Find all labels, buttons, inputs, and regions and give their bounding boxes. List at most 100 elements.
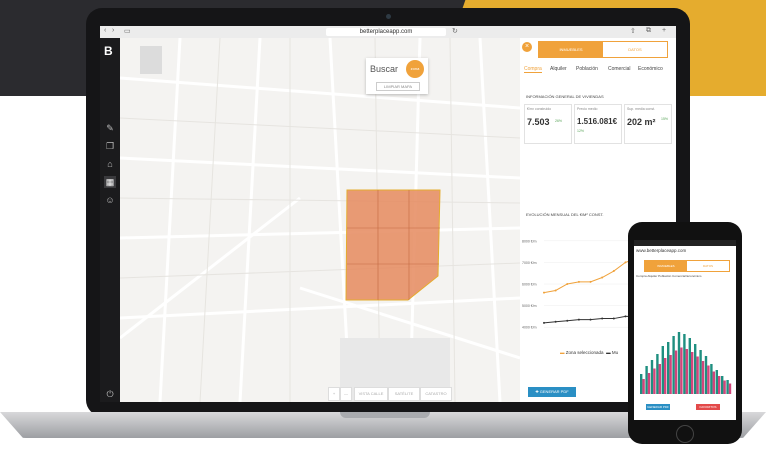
phone-tab-inmuebles[interactable]: INMUEBLES <box>645 261 687 271</box>
map-icon[interactable]: ▦ <box>104 176 116 188</box>
data-point <box>577 318 580 321</box>
new-tab-icon[interactable]: + <box>662 27 666 34</box>
stat-card: €/m² construido 7.503 26% <box>524 104 572 144</box>
phone-bar-chart <box>640 332 732 394</box>
legend-municipality: Mu <box>611 350 619 355</box>
phone-bar <box>688 338 691 394</box>
tab-compra[interactable]: Compra <box>524 66 542 73</box>
phone-bar <box>718 376 721 394</box>
address-bar[interactable]: betterplaceapp.com <box>326 28 446 36</box>
y-tick-label: 7000 €/m <box>522 261 537 265</box>
tab-alquiler[interactable]: Alquiler <box>550 66 567 72</box>
phone-bar <box>715 370 718 394</box>
phone-bar <box>726 380 729 394</box>
phone-bar <box>699 350 702 394</box>
stat-change: 26% <box>555 119 563 123</box>
phone-bar <box>712 371 715 394</box>
tab-comercial[interactable]: Comercial <box>608 66 631 72</box>
map-streets <box>120 38 520 402</box>
close-icon[interactable]: × <box>522 42 532 52</box>
y-tick-label: 4000 €/m <box>522 326 537 330</box>
stat-label: Precio medio <box>577 107 598 111</box>
laptop-notch <box>340 412 430 418</box>
data-point <box>577 280 580 283</box>
phone-bar <box>672 336 675 394</box>
phone-bar <box>664 358 667 394</box>
phone-address-bar[interactable]: www.betterplaceapp.com <box>636 248 686 253</box>
data-point <box>612 270 615 273</box>
data-point <box>601 317 604 320</box>
documents-icon[interactable]: ❐ <box>104 140 116 152</box>
phone-favorite-button[interactable]: FAVORITOS <box>696 404 720 410</box>
back-icon[interactable]: ‹ <box>104 27 106 34</box>
tab-inmuebles[interactable]: INMUEBLES <box>539 42 603 57</box>
data-point <box>624 261 627 264</box>
laptop-screen: ‹ › ▭ betterplaceapp.com ↻ ⇧ ⧉ + B ✎ ❐ ⌂… <box>100 26 676 402</box>
zone-search-box: Buscar zona LIMPIAR MAPA <box>366 58 428 94</box>
phone-bar <box>677 332 681 394</box>
share-icon[interactable]: ⇧ <box>630 27 636 35</box>
tab-economico[interactable]: Económico <box>638 66 663 72</box>
phone-bar <box>723 380 726 394</box>
search-zone-button[interactable]: zona <box>406 60 424 78</box>
phone-tab-datos[interactable]: DATOS <box>687 261 729 271</box>
tabs-icon[interactable]: ⧉ <box>646 27 651 35</box>
data-point <box>589 318 592 321</box>
phone-category-tabs[interactable]: Compra Alquiler Población Comercial Econ… <box>636 274 701 278</box>
stat-change: 12% <box>577 129 585 133</box>
data-point <box>612 317 615 320</box>
phone-view-toggle: INMUEBLES DATOS <box>644 260 730 272</box>
data-point <box>624 315 627 318</box>
data-point <box>589 280 592 283</box>
reload-icon[interactable]: ↻ <box>452 27 458 35</box>
phone-bar <box>674 350 678 394</box>
forward-icon[interactable]: › <box>112 27 114 34</box>
phone-bar <box>707 365 710 394</box>
phone-bar <box>650 360 654 394</box>
data-point <box>566 319 569 322</box>
stat-change: 15% <box>661 117 669 121</box>
stat-label: Sup. media const. <box>627 107 656 111</box>
sidebar-toggle-icon[interactable]: ▭ <box>124 27 131 35</box>
draw-icon[interactable]: ✎ <box>104 122 116 134</box>
phone-bar <box>691 352 694 394</box>
generate-pdf-button[interactable]: ✚ GENERAR PDF <box>528 387 576 397</box>
phone-bar <box>704 356 708 394</box>
app-sidebar: B ✎ ❐ ⌂ ▦ ☺ ⏻ <box>100 38 120 402</box>
phone-home-button[interactable] <box>676 425 694 443</box>
phone-bar <box>694 344 697 394</box>
y-tick-label: 5000 €/m <box>522 304 537 308</box>
tab-datos[interactable]: DATOS <box>603 42 667 57</box>
zoom-in-button[interactable]: + <box>328 387 340 401</box>
stat-value: 202 m² <box>627 117 656 127</box>
phone: www.betterplaceapp.com INMUEBLES DATOS C… <box>628 222 742 444</box>
phone-bar <box>669 355 672 394</box>
clear-map-button[interactable]: LIMPIAR MAPA <box>376 82 420 91</box>
cadastre-button[interactable]: CATASTRO <box>420 387 452 401</box>
phone-bar <box>683 334 686 394</box>
phone-bar <box>661 346 664 394</box>
power-icon[interactable]: ⏻ <box>104 388 116 400</box>
stat-value: 7.503 <box>527 117 550 127</box>
zoom-out-button[interactable]: — <box>340 387 352 401</box>
phone-bar <box>721 376 724 394</box>
view-toggle: INMUEBLES DATOS <box>538 41 668 58</box>
home-icon[interactable]: ⌂ <box>104 158 116 170</box>
phone-bar <box>685 349 688 394</box>
stat-value: 1.516.081€ <box>577 117 618 126</box>
data-point <box>566 283 569 285</box>
data-point <box>554 320 557 323</box>
phone-bar <box>680 347 683 394</box>
street-view-button[interactable]: VISTA CALLE <box>354 387 388 401</box>
map-view[interactable]: Buscar zona LIMPIAR MAPA + — VISTA CALLE… <box>120 38 520 402</box>
user-icon[interactable]: ☺ <box>104 194 116 206</box>
phone-pdf-button[interactable]: GENERAR PDF <box>646 404 670 410</box>
phone-bar <box>645 366 648 394</box>
data-point <box>543 321 545 324</box>
legend-zone: Zona seleccionada <box>565 350 604 355</box>
phone-bar <box>640 374 643 394</box>
phone-bar <box>647 373 651 394</box>
satellite-button[interactable]: SATÉLITE <box>388 387 420 401</box>
y-tick-label: 8000 €/m <box>522 239 537 243</box>
tab-poblacion[interactable]: Población <box>576 66 598 72</box>
